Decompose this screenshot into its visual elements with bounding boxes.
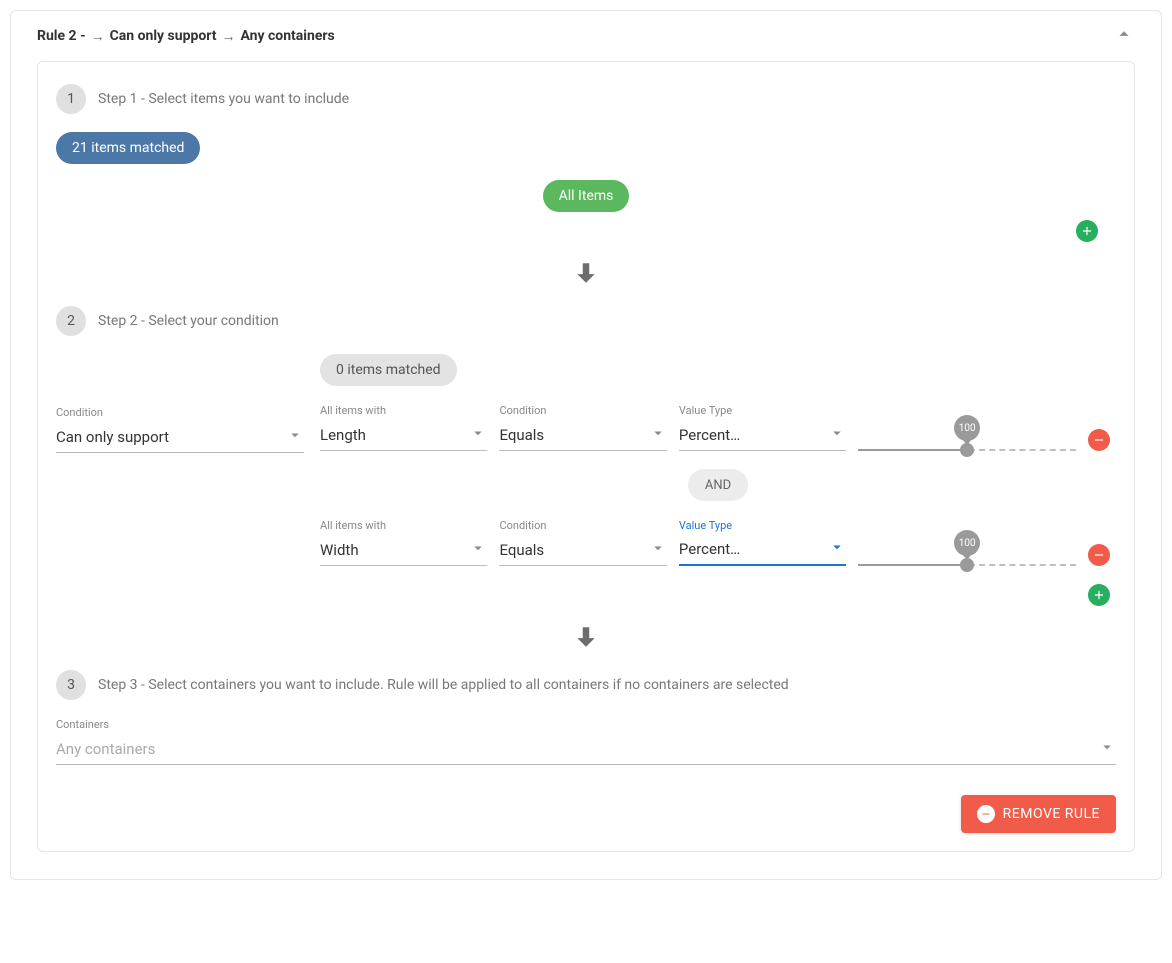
attribute-select[interactable]: Length [320, 419, 487, 451]
rule-title-containers: Any containers [240, 28, 334, 44]
logic-operator-chip[interactable]: AND [688, 469, 748, 501]
value-type-label: Value Type [679, 404, 846, 417]
all-items-with-label: All items with [320, 519, 487, 532]
remove-condition-button[interactable] [1088, 429, 1110, 451]
value-type-select[interactable]: Percent… [679, 534, 846, 566]
condition-row: All items with Width Condition Equals [320, 519, 1116, 566]
step2-form: Condition Can only support 0 items match… [56, 354, 1116, 606]
rule-title-prefix: Rule 2 - [37, 28, 86, 44]
step2-text: Step 2 - Select your condition [98, 313, 279, 329]
slider-value-bubble: 100 [954, 530, 980, 556]
step3-header: 3 Step 3 - Select containers you want to… [56, 670, 1116, 700]
chevron-down-icon [1098, 738, 1116, 760]
condition-label: Condition [499, 404, 666, 417]
condition-label: Condition [499, 519, 666, 532]
attribute-value: Length [320, 426, 366, 444]
comparator-select[interactable]: Equals [499, 419, 666, 451]
attribute-value: Width [320, 541, 359, 559]
remove-condition-button[interactable] [1088, 544, 1110, 566]
remove-rule-label: REMOVE RULE [1003, 806, 1100, 822]
step1-text: Step 1 - Select items you want to includ… [98, 91, 349, 107]
condition-row: All items with Length Condition Equals [320, 404, 1116, 451]
comparator-select[interactable]: Equals [499, 534, 666, 566]
comparator-value: Equals [499, 541, 544, 559]
arrow-right-icon: → [221, 28, 235, 45]
all-items-row: All Items [56, 180, 1116, 212]
rule-header[interactable]: Rule 2 - → Can only support → Any contai… [11, 11, 1161, 61]
chevron-down-icon [286, 426, 304, 448]
containers-field: Containers Any containers [56, 718, 1116, 765]
collapse-button[interactable] [1113, 23, 1135, 49]
containers-label: Containers [56, 718, 1116, 731]
rule-condition-value: Can only support [56, 428, 169, 446]
chevron-down-icon [469, 539, 487, 561]
minus-circle-icon [977, 805, 995, 823]
rule-title-condition: Can only support [110, 28, 217, 44]
rule-condition-field: Condition Can only support [56, 406, 304, 453]
matched-count-badge: 21 items matched [56, 132, 200, 164]
containers-placeholder: Any containers [56, 740, 155, 758]
value-type-select[interactable]: Percent… [679, 419, 846, 451]
slider-value-bubble: 100 [954, 415, 980, 441]
step3-text: Step 3 - Select containers you want to i… [98, 677, 789, 693]
all-items-with-label: All items with [320, 404, 487, 417]
condition-matched-badge: 0 items matched [320, 354, 457, 386]
step3-number-badge: 3 [56, 670, 86, 700]
add-condition-button[interactable] [1088, 584, 1110, 606]
step2-header: 2 Step 2 - Select your condition [56, 306, 1116, 336]
containers-select[interactable]: Any containers [56, 733, 1116, 765]
value-slider[interactable]: 100 [858, 542, 1076, 566]
rule-condition-select[interactable]: Can only support [56, 421, 304, 453]
rule-panel: Rule 2 - → Can only support → Any contai… [10, 10, 1162, 880]
step-divider-arrow [56, 260, 1116, 286]
chevron-down-icon [469, 424, 487, 446]
value-slider[interactable]: 100 [858, 427, 1076, 451]
chevron-down-icon [828, 424, 846, 446]
slider-thumb[interactable] [960, 443, 974, 457]
step-divider-arrow [56, 624, 1116, 650]
step1-number-badge: 1 [56, 84, 86, 114]
chevron-down-icon [649, 424, 667, 446]
step2-number-badge: 2 [56, 306, 86, 336]
step1-header: 1 Step 1 - Select items you want to incl… [56, 84, 1116, 114]
all-items-chip[interactable]: All Items [543, 180, 630, 212]
add-item-filter-button[interactable] [1076, 220, 1098, 242]
remove-rule-button[interactable]: REMOVE RULE [961, 795, 1116, 833]
value-type-value: Percent… [679, 540, 740, 558]
arrow-right-icon: → [91, 28, 105, 45]
rule-condition-label: Condition [56, 406, 304, 419]
attribute-select[interactable]: Width [320, 534, 487, 566]
chevron-down-icon [649, 539, 667, 561]
rule-title: Rule 2 - → Can only support → Any contai… [37, 28, 335, 45]
value-type-label: Value Type [679, 519, 846, 532]
chevron-down-icon [828, 538, 846, 560]
comparator-value: Equals [499, 426, 544, 444]
slider-thumb[interactable] [960, 558, 974, 572]
rule-body: 1 Step 1 - Select items you want to incl… [37, 61, 1135, 852]
value-type-value: Percent… [679, 426, 740, 444]
